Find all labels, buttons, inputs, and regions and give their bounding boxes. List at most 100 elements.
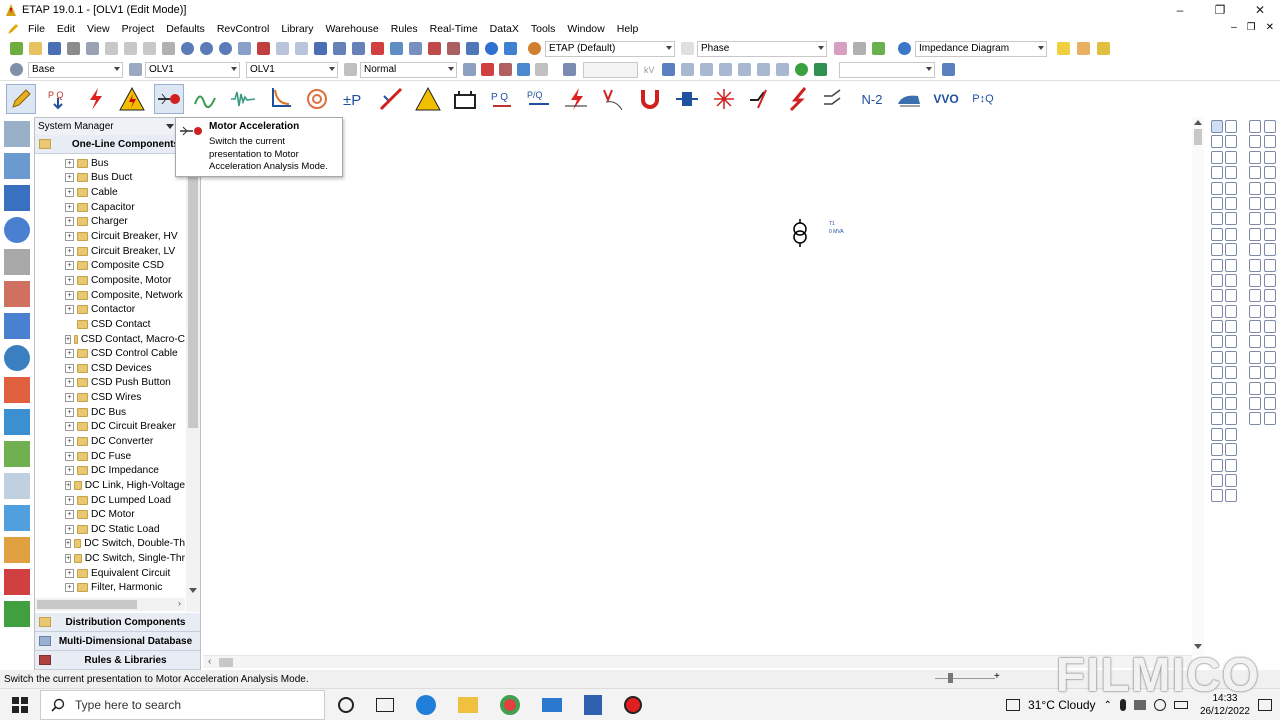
find-icon[interactable] [464,41,480,57]
expand-plus-icon[interactable]: + [65,246,74,256]
palette-element-icon[interactable] [1225,289,1237,303]
palette-element-icon[interactable] [1249,397,1261,411]
mdi-minimize-button[interactable]: – [1231,22,1237,33]
palette-element-icon[interactable] [1225,335,1237,349]
mdi-close-button[interactable]: ✕ [1266,22,1274,33]
palette-element-icon[interactable] [1225,397,1237,411]
menu-tools[interactable]: Tools [525,23,562,35]
gis-view-icon[interactable] [4,345,30,371]
color-theme-icon[interactable] [369,41,385,57]
tree-hscroll-thumb[interactable] [37,600,137,609]
paste-icon[interactable] [141,41,157,57]
palette-element-icon[interactable] [1211,258,1223,272]
expand-plus-icon[interactable]: + [65,232,74,242]
palette-element-icon[interactable] [1225,196,1237,210]
ground-grid-mode-icon[interactable] [413,84,443,114]
align-3-icon[interactable] [718,62,734,78]
palette-element-icon[interactable] [1225,350,1237,364]
palette-element-icon[interactable] [1249,335,1261,349]
formula-icon[interactable] [4,473,30,499]
minimize-button[interactable]: – [1160,0,1200,20]
battery-mode-icon[interactable] [450,84,480,114]
palette-element-icon[interactable] [1211,120,1223,133]
palette-element-icon[interactable] [1225,212,1237,226]
short-circuit-mode-icon[interactable] [80,84,110,114]
canvas-horizontal-scrollbar[interactable]: ‹ [203,655,1192,668]
stop-icon[interactable] [497,62,513,78]
palette-element-icon[interactable] [1225,258,1237,272]
expand-plus-icon[interactable]: + [65,407,74,417]
expand-plus-icon[interactable]: + [65,378,74,388]
cable-pulling-mode-icon[interactable] [302,84,332,114]
switching-sequence-mode-icon[interactable] [709,84,739,114]
tree-scroll-thumb[interactable] [188,168,198,428]
arc-flash-mode-icon[interactable] [117,84,147,114]
menu-project[interactable]: Project [116,23,161,35]
expand-plus-icon[interactable]: + [65,305,74,315]
palette-element-icon[interactable] [1225,304,1237,318]
canvas-vscroll-thumb[interactable] [1194,129,1202,145]
palette-element-icon[interactable] [1211,458,1223,472]
system-dumpster-icon[interactable] [4,409,30,435]
palette-element-icon[interactable] [1249,212,1261,226]
message-icon[interactable] [1095,41,1111,57]
expand-plus-icon[interactable]: + [65,334,72,344]
tree-item[interactable]: + DC Switch, Single-Thr [35,551,185,566]
zoom-slider-thumb[interactable] [948,673,953,683]
expand-plus-icon[interactable]: + [65,275,74,285]
rules-libraries-section[interactable]: Rules & Libraries [35,651,200,670]
distribution-components-section[interactable]: Distribution Components [35,613,200,632]
phase-select[interactable]: Phase [697,40,827,57]
preset-select[interactable]: ETAP (Default) [545,40,675,57]
palette-element-icon[interactable] [1211,427,1223,441]
file-explorer-icon[interactable] [458,697,478,713]
compare-icon[interactable] [533,62,549,78]
palette-element-icon[interactable] [1264,320,1276,334]
palette-element-icon[interactable] [1249,289,1261,303]
align-5-icon[interactable] [756,62,772,78]
canvas-hscroll-thumb[interactable] [219,658,233,667]
tree-item[interactable]: + CSD Wires [35,390,185,405]
palette-element-icon[interactable] [1249,135,1261,149]
expand-plus-icon[interactable]: + [65,290,74,300]
clock-date[interactable]: 26/12/2022 [1200,705,1250,718]
palette-element-icon[interactable] [1225,135,1237,149]
expand-plus-icon[interactable]: + [65,480,72,490]
expand-plus-icon[interactable]: + [65,173,74,183]
pvq-mode-icon[interactable]: P↕Q [968,84,998,114]
contingency-mode-icon[interactable] [746,84,776,114]
tree-item[interactable]: + DC Motor [35,507,185,522]
pan-icon[interactable] [160,41,176,57]
green-run-icon[interactable] [794,62,810,78]
palette-element-icon[interactable] [1225,243,1237,257]
tree-item[interactable]: + DC Bus [35,405,185,420]
distribution-mode-icon[interactable] [672,84,702,114]
notifications-icon[interactable] [1258,699,1272,711]
palette-element-icon[interactable] [1225,273,1237,287]
palette-element-icon[interactable] [1211,273,1223,287]
tree-item[interactable]: + Circuit Breaker, HV [35,229,185,244]
zoom-plus-icon[interactable]: + [994,671,1000,682]
palette-element-icon[interactable] [1211,489,1223,503]
canvas-scroll-left-icon[interactable]: ‹ [208,656,211,667]
palette-element-icon[interactable] [1211,412,1223,426]
arc-flash-dc-mode-icon[interactable] [783,84,813,114]
tree-item[interactable]: + Composite, Motor [35,273,185,288]
etap-taskbar-icon[interactable] [584,695,602,715]
mdi-restore-button[interactable]: ❐ [1247,22,1256,33]
folder-view-icon[interactable] [1075,41,1091,57]
red-flag-icon[interactable] [479,62,495,78]
record-icon[interactable] [624,696,642,714]
palette-element-icon[interactable] [1225,320,1237,334]
zoom-in-icon[interactable] [179,41,195,57]
mode-select[interactable]: Normal [360,61,457,78]
palette-element-icon[interactable] [1211,350,1223,364]
palette-element-icon[interactable] [1225,412,1237,426]
palette-element-icon[interactable] [1225,443,1237,457]
palette-element-icon[interactable] [1225,458,1237,472]
palette-element-icon[interactable] [1264,150,1276,164]
text-box-icon[interactable] [312,41,328,57]
panel-view-icon[interactable] [4,249,30,275]
switching-mode-icon[interactable] [820,84,850,114]
tree-item[interactable]: + DC Fuse [35,449,185,464]
